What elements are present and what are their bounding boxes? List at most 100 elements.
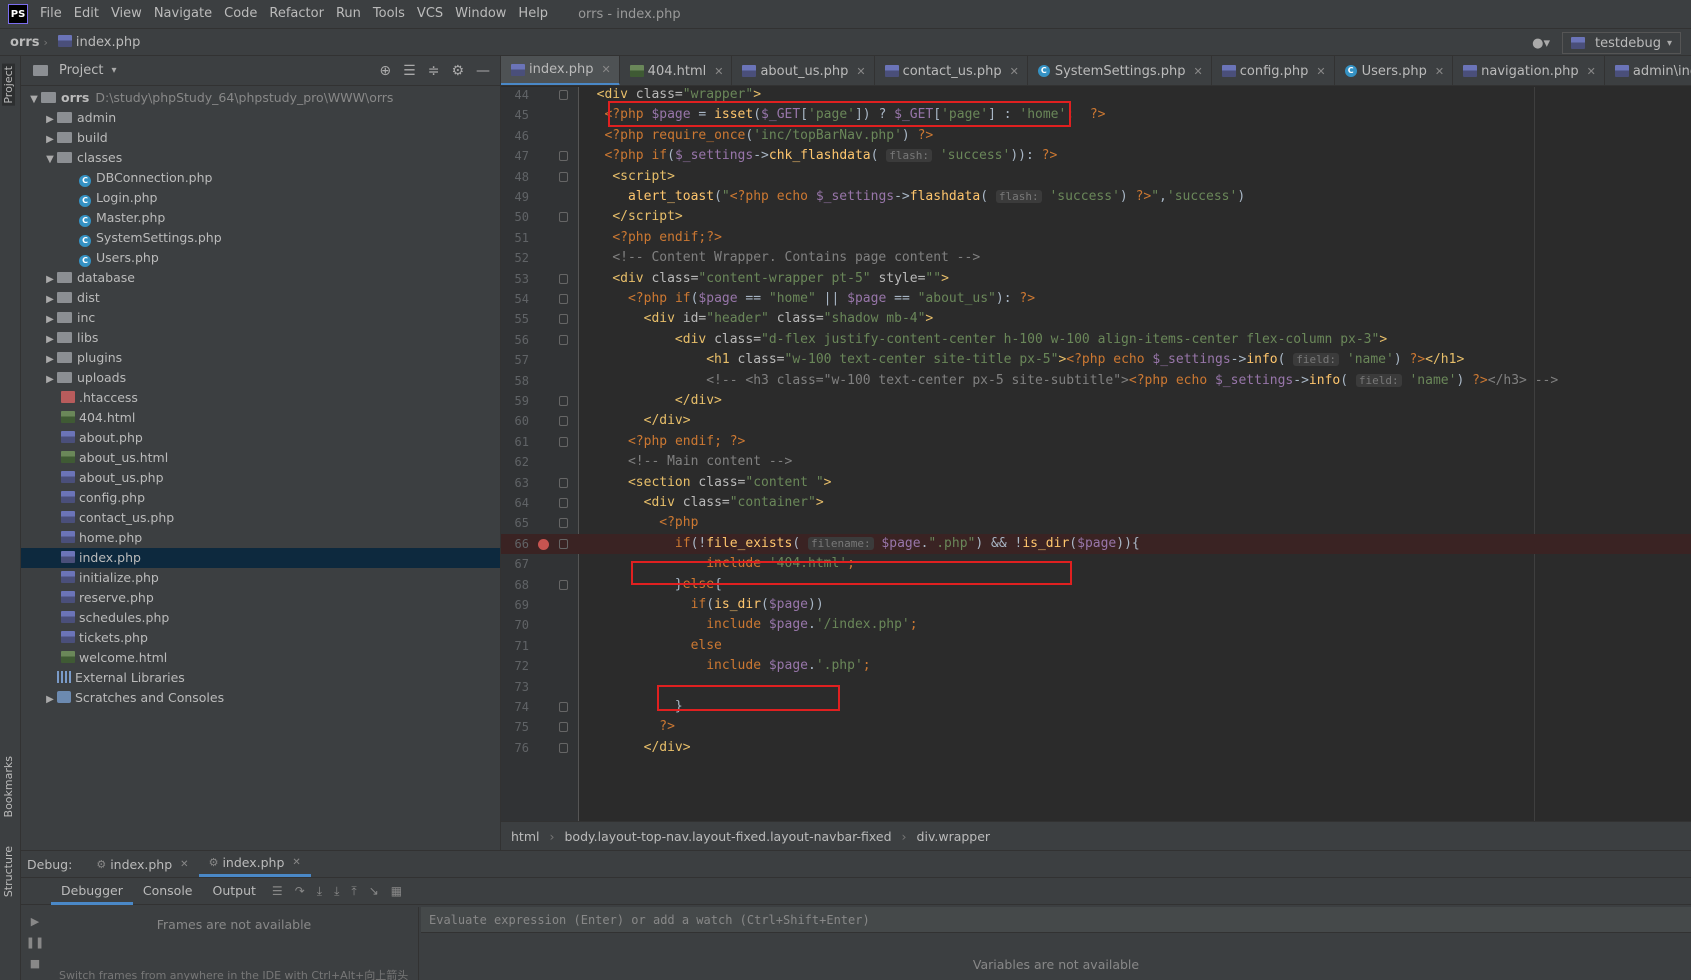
code-line[interactable]: 52 <!-- Content Wrapper. Contains page c… (501, 248, 1691, 268)
gear-icon[interactable]: ⚙ (451, 63, 464, 79)
line-number[interactable]: 51 (501, 228, 529, 248)
tree-file[interactable]: C Users.php (21, 248, 500, 268)
code-line[interactable]: 60 </div> (501, 411, 1691, 431)
code-line[interactable]: 49 alert_toast("<?php echo $_settings->f… (501, 187, 1691, 207)
tree-file[interactable]: index.php (21, 548, 500, 568)
evaluate-icon[interactable]: ▦ (391, 884, 402, 898)
line-number[interactable]: 54 (501, 289, 529, 309)
editor-tab[interactable]: config.php ✕ (1212, 56, 1335, 85)
close-icon[interactable]: ✕ (1194, 65, 1203, 78)
line-number[interactable]: 60 (501, 411, 529, 431)
menu-navigate[interactable]: Navigate (148, 0, 218, 28)
line-number[interactable]: 76 (501, 738, 529, 758)
code-line[interactable]: 70 include $page.'/index.php'; (501, 615, 1691, 635)
line-number[interactable]: 66 (501, 534, 529, 554)
line-number[interactable]: 75 (501, 717, 529, 737)
line-number[interactable]: 68 (501, 575, 529, 595)
editor-tab[interactable]: C Users.php ✕ (1335, 56, 1454, 85)
bookmarks-tool-tab[interactable]: Bookmarks (2, 756, 15, 817)
line-number[interactable]: 57 (501, 350, 529, 370)
step-out-icon[interactable]: ⤒ (351, 884, 356, 899)
fold-marker-icon[interactable] (559, 90, 568, 100)
fold-marker-icon[interactable] (559, 171, 568, 182)
line-number[interactable]: 53 (501, 269, 529, 289)
chevron-right-icon[interactable]: ▶ (43, 330, 57, 350)
line-number[interactable]: 69 (501, 595, 529, 615)
chevron-right-icon[interactable]: ▶ (43, 690, 57, 710)
line-number[interactable]: 59 (501, 391, 529, 411)
tree-root[interactable]: ▼ orrs D:\study\phpStudy_64\phpstudy_pro\W… (21, 88, 500, 108)
tree-folder[interactable]: ▶ uploads (21, 368, 500, 388)
debug-session-tab[interactable]: ⚙ index.php ✕ (86, 851, 198, 877)
line-number[interactable]: 49 (501, 187, 529, 207)
debug-session-tab[interactable]: ⚙ index.php ✕ (198, 851, 311, 877)
chevron-right-icon[interactable]: ▶ (43, 290, 57, 310)
locate-file-icon[interactable]: ⊕ (379, 63, 391, 79)
editor-tab[interactable]: C SystemSettings.php ✕ (1028, 56, 1212, 85)
editor-tab[interactable]: navigation.php ✕ (1453, 56, 1605, 85)
tree-file[interactable]: C Login.php (21, 188, 500, 208)
code-line[interactable]: 56 <div class="d-flex justify-content-ce… (501, 330, 1691, 350)
fold-marker-icon[interactable] (559, 579, 568, 590)
fold-marker-icon[interactable] (559, 436, 568, 447)
code-breadcrumb-item[interactable]: div.wrapper (917, 829, 991, 844)
close-icon[interactable]: ✕ (292, 857, 300, 868)
tree-file[interactable]: config.php (21, 488, 500, 508)
line-number[interactable]: 45 (501, 105, 529, 125)
editor-tab[interactable]: about_us.php ✕ (732, 56, 875, 85)
line-number[interactable]: 55 (501, 309, 529, 329)
chevron-right-icon[interactable]: ▶ (43, 350, 57, 370)
menu-file[interactable]: File (34, 0, 68, 28)
breakpoint-icon[interactable] (538, 538, 549, 550)
menu-edit[interactable]: Edit (68, 0, 105, 28)
fold-marker-icon[interactable] (559, 314, 568, 325)
collapse-all-icon[interactable]: ≑ (428, 63, 440, 79)
editor-tab[interactable]: 404.html ✕ (620, 56, 733, 85)
menu-tools[interactable]: Tools (367, 0, 411, 28)
tree-file[interactable]: contact_us.php (21, 508, 500, 528)
code-line[interactable]: 64 <div class="container"> (501, 493, 1691, 513)
list-icon[interactable]: ☰ (272, 884, 283, 898)
run-configuration-selector[interactable]: testdebug ▾ (1562, 32, 1681, 54)
structure-tool-tab[interactable]: Structure (2, 846, 15, 897)
close-icon[interactable]: ✕ (856, 65, 865, 78)
line-number[interactable]: 46 (501, 126, 529, 146)
tree-file[interactable]: initialize.php (21, 568, 500, 588)
debugger-tab-console[interactable]: Console (133, 877, 203, 905)
tree-file[interactable]: C DBConnection.php (21, 168, 500, 188)
line-number[interactable]: 73 (501, 677, 529, 697)
code-line[interactable]: 62 <!-- Main content --> (501, 452, 1691, 472)
close-icon[interactable]: ✕ (1587, 65, 1596, 78)
debugger-tab-debugger[interactable]: Debugger (51, 877, 133, 905)
user-account-icon[interactable]: ●▾ (1532, 36, 1550, 51)
tree-file[interactable]: 404.html (21, 408, 500, 428)
fold-marker-icon[interactable] (559, 498, 568, 508)
line-number[interactable]: 74 (501, 697, 529, 717)
line-number[interactable]: 62 (501, 452, 529, 472)
line-number[interactable]: 56 (501, 330, 529, 350)
code-line[interactable]: 66 if(!file_exists( filename: $page.".ph… (501, 533, 1691, 555)
line-number[interactable]: 61 (501, 432, 529, 452)
tree-file[interactable]: reserve.php (21, 588, 500, 608)
code-line[interactable]: 69 if(is_dir($page)) (501, 595, 1691, 615)
line-number[interactable]: 50 (501, 207, 529, 227)
chevron-right-icon[interactable]: ▶ (43, 110, 57, 130)
fold-marker-icon[interactable] (559, 212, 568, 223)
menu-help[interactable]: Help (512, 0, 554, 28)
tree-file[interactable]: C SystemSettings.php (21, 228, 500, 248)
watch-expression-input[interactable]: Evaluate expression (Enter) or add a wat… (421, 907, 1691, 933)
fold-marker-icon[interactable] (559, 416, 568, 427)
resume-icon[interactable]: ▶ (21, 915, 49, 928)
code-line[interactable]: 53 <div class="content-wrapper pt-5" sty… (501, 269, 1691, 289)
pause-icon[interactable]: ❚❚ (21, 936, 49, 949)
project-panel-title[interactable]: Project (59, 63, 103, 78)
tree-file[interactable]: welcome.html (21, 648, 500, 668)
tree-folder[interactable]: ▶ inc (21, 308, 500, 328)
fold-marker-icon[interactable] (559, 722, 568, 733)
chevron-right-icon[interactable]: ▶ (43, 130, 57, 150)
code-line[interactable]: 47 <?php if($_settings->chk_flashdata( f… (501, 146, 1691, 166)
chevron-right-icon[interactable]: ▶ (43, 310, 57, 330)
tree-file[interactable]: about.php (21, 428, 500, 448)
fold-marker-icon[interactable] (559, 294, 568, 304)
menu-window[interactable]: Window (449, 0, 512, 28)
